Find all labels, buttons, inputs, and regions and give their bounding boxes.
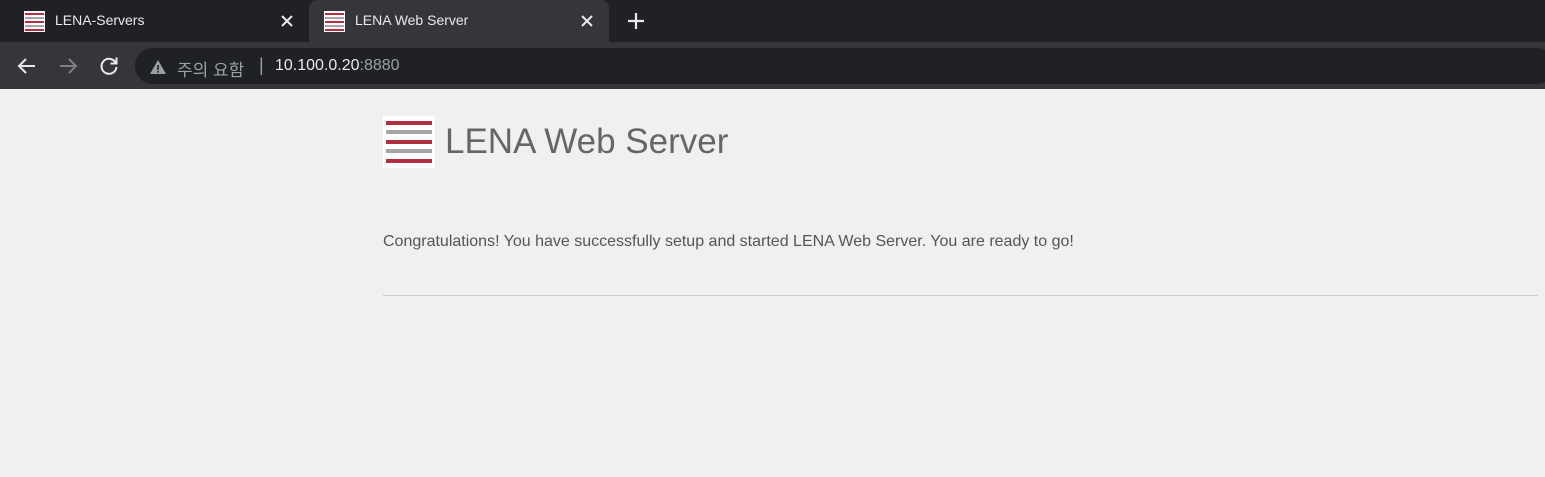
url-host: 10.100.0.20 (275, 57, 360, 74)
reload-icon[interactable] (97, 54, 121, 78)
close-icon[interactable] (577, 11, 597, 31)
address-separator: | (259, 55, 264, 75)
security-warning-label[interactable]: 주의 요함 (177, 56, 244, 81)
new-tab-plus-icon[interactable] (624, 9, 648, 33)
tab-lena-servers[interactable]: LENA-Servers (9, 0, 309, 42)
close-icon[interactable] (277, 11, 297, 31)
browser-toolbar: 주의 요함 | 10.100.0.20:8880 (0, 42, 1545, 89)
page-title: LENA Web Server (445, 122, 729, 161)
tab-strip: LENA-Servers LENA Web Server (0, 0, 1545, 42)
back-arrow-icon[interactable] (15, 54, 39, 78)
lena-logo-icon (24, 11, 45, 32)
forward-arrow-icon[interactable] (56, 54, 80, 78)
address-bar[interactable]: 주의 요함 | 10.100.0.20:8880 (135, 48, 1545, 84)
lena-logo-icon (383, 116, 435, 168)
tab-title: LENA-Servers (55, 12, 145, 28)
page-content: LENA Web Server Congratulations! You hav… (0, 89, 1545, 477)
divider (383, 295, 1538, 296)
welcome-message: Congratulations! You have successfully s… (383, 233, 1074, 250)
lena-logo-icon (324, 11, 345, 32)
tab-lena-web-server[interactable]: LENA Web Server (309, 0, 609, 42)
tab-title: LENA Web Server (355, 12, 469, 28)
warning-triangle-icon[interactable] (149, 58, 167, 76)
url-port: :8880 (359, 57, 400, 74)
url-text[interactable]: 10.100.0.20:8880 (275, 57, 400, 75)
